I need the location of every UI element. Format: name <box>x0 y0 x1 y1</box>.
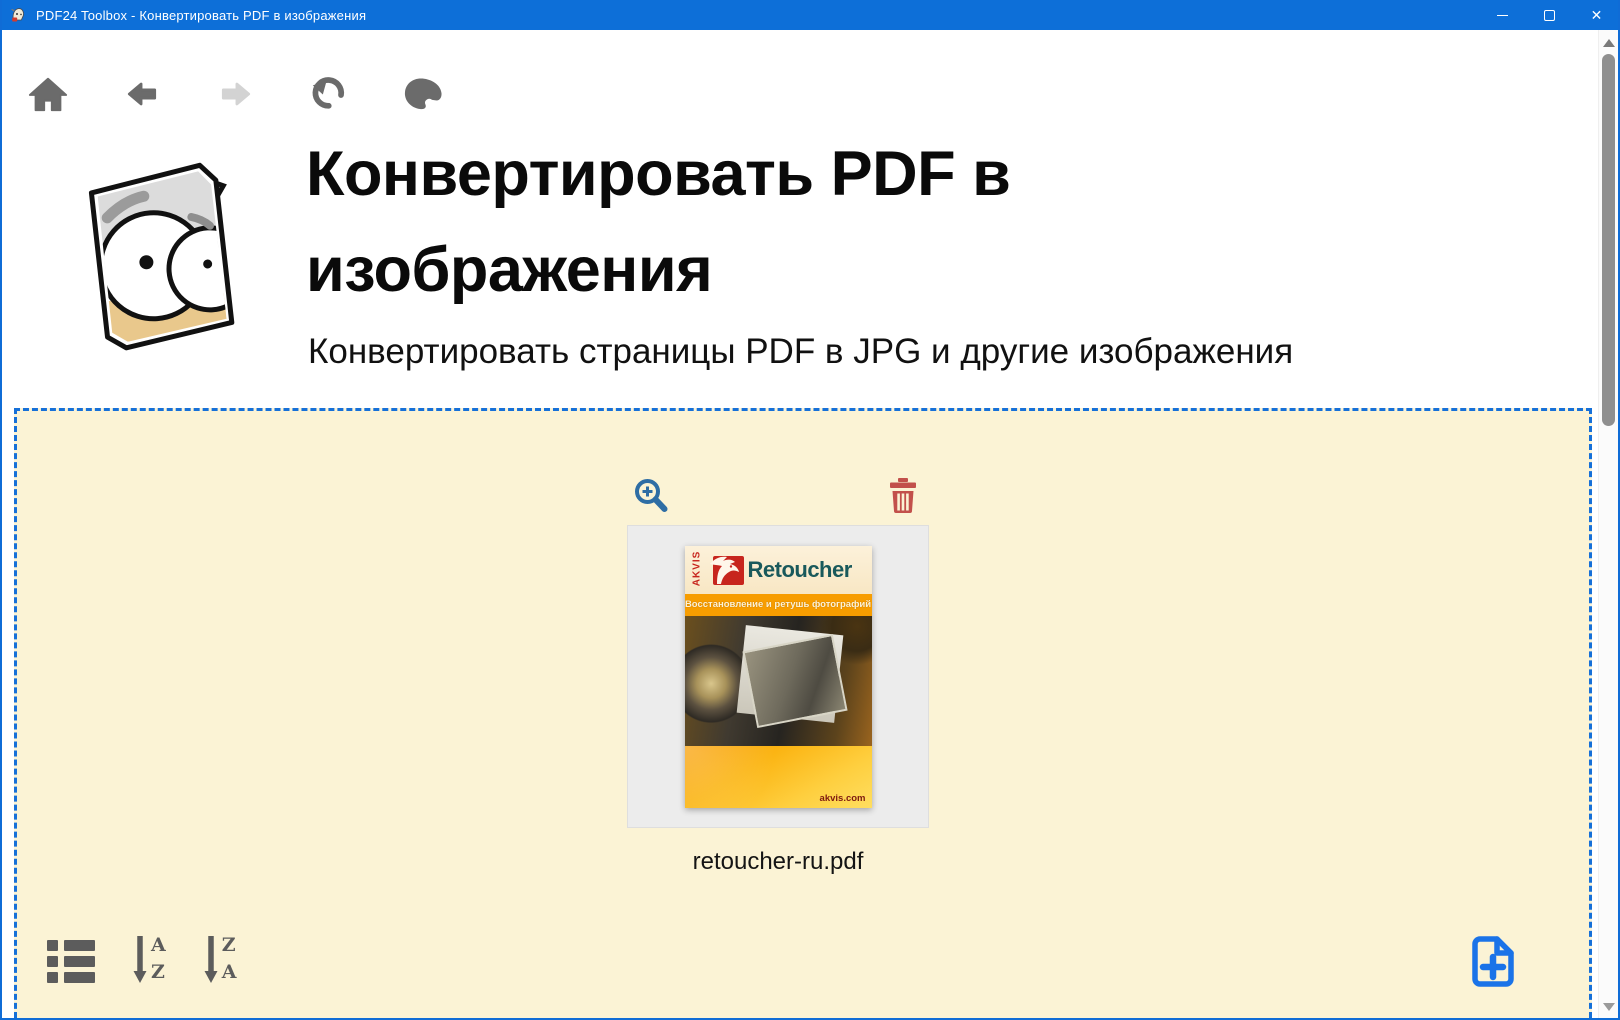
toolbar <box>26 70 446 118</box>
maximize-button[interactable] <box>1526 0 1573 30</box>
list-view-icon <box>47 938 95 984</box>
forward-button[interactable] <box>214 70 258 118</box>
document-with-eyes-icon <box>58 146 270 364</box>
product-label: Retoucher <box>748 557 852 583</box>
home-icon <box>27 74 69 114</box>
app-window: PDF24 Toolbox - Конвертировать PDF в изо… <box>0 0 1620 1020</box>
trash-icon <box>886 476 920 514</box>
delete-file-button[interactable] <box>886 476 920 514</box>
page-title: Конвертировать PDF в изображения <box>306 126 1166 318</box>
undo-button[interactable] <box>308 70 352 118</box>
list-view-button[interactable] <box>47 938 95 984</box>
file-name: retoucher-ru.pdf <box>627 848 929 876</box>
thumbnail-header: AKVIS Retoucher <box>685 546 872 594</box>
thumbnail-tagline: Восстановление и ретушь фотографий <box>685 594 872 616</box>
zoom-in-icon <box>633 477 669 515</box>
palette-icon <box>402 74 446 114</box>
sort-az-button[interactable]: A Z <box>132 934 166 984</box>
app-icon <box>9 6 27 24</box>
close-icon: ✕ <box>1591 8 1603 22</box>
undo-icon <box>309 73 351 115</box>
close-button[interactable]: ✕ <box>1573 0 1620 30</box>
page-subtitle: Конвертировать страницы PDF в JPG и друг… <box>308 332 1508 372</box>
back-button[interactable] <box>120 70 164 118</box>
sort-za-letters: Z A <box>222 934 237 984</box>
thumbnail-footer: akvis.com <box>685 746 872 808</box>
palette-button[interactable] <box>402 70 446 118</box>
scroll-up-icon[interactable] <box>1603 39 1615 47</box>
scroll-down-icon[interactable] <box>1603 1003 1615 1011</box>
website-label: akvis.com <box>820 793 866 804</box>
list-controls: A Z Z A <box>47 934 237 984</box>
file-dropzone[interactable]: AKVIS Retoucher Восстановление и ретушь … <box>14 408 1592 1020</box>
sort-arrow-down-icon <box>132 934 148 984</box>
maximize-icon <box>1544 10 1555 21</box>
window-controls: ✕ <box>1479 0 1620 30</box>
horse-logo-icon <box>709 554 745 587</box>
minimize-button[interactable] <box>1479 0 1526 30</box>
sort-az-letters: A Z <box>151 934 166 984</box>
zoom-in-button[interactable] <box>633 477 669 515</box>
add-file-button[interactable] <box>1466 934 1518 990</box>
old-photograph <box>742 633 847 727</box>
add-file-icon <box>1466 934 1518 990</box>
sort-arrow-down-icon <box>203 934 219 984</box>
brand-label: AKVIS <box>691 548 702 588</box>
pdf-thumbnail: AKVIS Retoucher Восстановление и ретушь … <box>685 546 872 808</box>
minimize-icon <box>1497 15 1508 16</box>
titlebar: PDF24 Toolbox - Конвертировать PDF в изо… <box>0 0 1620 30</box>
home-button[interactable] <box>26 70 70 118</box>
file-card[interactable]: AKVIS Retoucher Восстановление и ретушь … <box>627 525 929 828</box>
window-title: PDF24 Toolbox - Конвертировать PDF в изо… <box>36 8 366 23</box>
scrollbar-thumb[interactable] <box>1602 54 1615 426</box>
vertical-scrollbar[interactable] <box>1598 30 1618 1018</box>
tool-illustration <box>58 146 270 364</box>
back-icon <box>122 74 162 114</box>
thumbnail-photo <box>685 616 872 746</box>
forward-icon <box>216 74 256 114</box>
sort-za-button[interactable]: Z A <box>203 934 237 984</box>
